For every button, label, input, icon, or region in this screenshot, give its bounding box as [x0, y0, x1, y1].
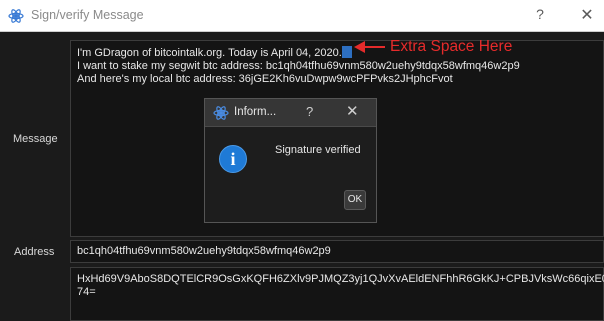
message-line-2: I want to stake my segwit btc address: b… [77, 60, 520, 72]
address-label: Address [14, 246, 55, 258]
dialog-title: Inform... [234, 106, 277, 118]
address-input[interactable]: bc1qh04tfhu69vnm580w2uehy9tdqx58wfmq46w2… [70, 240, 604, 263]
dialog-close-button[interactable]: ✕ [346, 102, 359, 120]
signature-textarea[interactable]: HxHd69V9AboS8DQTElCR9OsGxKQFH6ZXlv9PJMQZ… [70, 267, 604, 321]
signature-line-2: 74= [77, 286, 96, 298]
dialog-titlebar: Inform... ? ✕ [205, 99, 376, 127]
annotation-text: Extra Space Here [390, 38, 513, 55]
red-arrow-icon [354, 41, 385, 53]
close-button[interactable]: ✕ [578, 5, 596, 25]
text-selection-highlight [341, 46, 352, 58]
electrum-icon [8, 9, 24, 23]
information-icon: i [219, 145, 247, 173]
message-line-1: I'm GDragon of bitcointalk.org. Today is… [77, 47, 342, 59]
window-title: Sign/verify Message [31, 8, 144, 22]
information-dialog: Inform... ? ✕ i Signature verified OK [204, 98, 377, 223]
electrum-icon [213, 106, 229, 120]
ok-button[interactable]: OK [344, 190, 366, 210]
message-line-3: And here's my local btc address: 36jGE2K… [77, 73, 453, 85]
help-button[interactable]: ? [533, 6, 547, 26]
dialog-message: Signature verified [275, 144, 361, 156]
signature-line-1: HxHd69V9AboS8DQTElCR9OsGxKQFH6ZXlv9PJMQZ… [77, 273, 604, 285]
message-label: Message [13, 133, 58, 145]
window-titlebar: Sign/verify Message ? ✕ [0, 0, 604, 32]
dialog-help-button[interactable]: ? [306, 104, 313, 119]
